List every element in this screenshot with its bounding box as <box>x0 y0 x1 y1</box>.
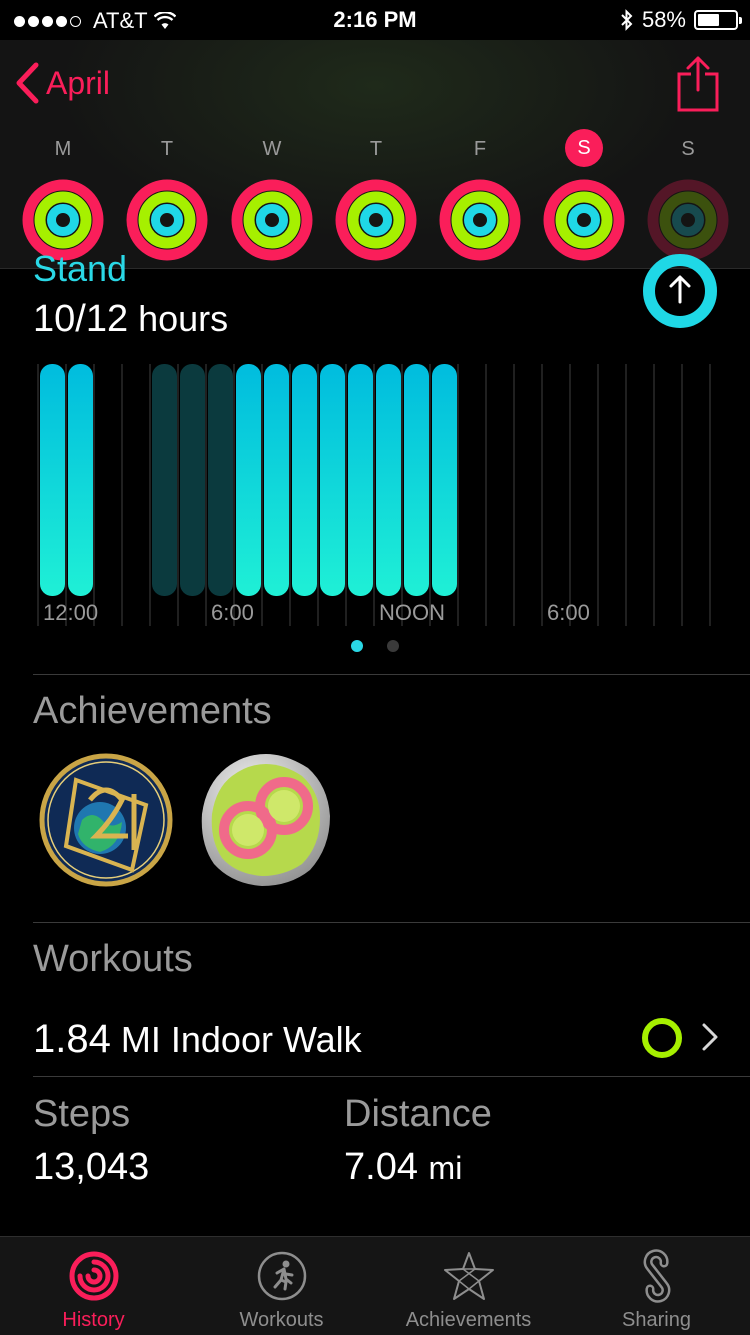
workout-unit: MI <box>120 1019 161 1060</box>
tab-workouts-label: Workouts <box>239 1309 324 1331</box>
stand-hours-unit: hours <box>138 298 229 339</box>
workout-distance: 1.84 <box>33 1017 111 1061</box>
distance-unit: mi <box>428 1150 463 1186</box>
workout-name: Indoor Walk <box>170 1019 362 1060</box>
divider <box>33 674 750 675</box>
stand-hour-bar <box>404 364 429 596</box>
stand-hour-bar <box>40 364 65 596</box>
day-activity-rings[interactable] <box>230 178 314 262</box>
stand-hour-bar <box>320 364 345 596</box>
day-activity-rings[interactable] <box>125 178 209 262</box>
stand-value: 10/12 hours <box>33 298 228 341</box>
pager-dot[interactable] <box>351 640 363 652</box>
chart-tick-label: 12:00 <box>43 600 98 625</box>
stand-hour-bar <box>292 364 317 596</box>
achievements-star-icon <box>443 1252 494 1300</box>
tab-sharing[interactable]: Sharing <box>563 1237 750 1335</box>
steps-label: Steps <box>33 1093 131 1135</box>
weekday-label: M <box>54 138 72 160</box>
tab-achievements-label: Achievements <box>405 1309 532 1331</box>
status-right: 58% <box>620 7 742 33</box>
share-icon[interactable] <box>676 54 720 112</box>
stand-hourly-chart: 12:00 6:00 NOON 6:00 <box>37 364 711 626</box>
tab-sharing-label: Sharing <box>622 1309 691 1331</box>
day-activity-rings[interactable] <box>646 178 730 262</box>
stand-hour-bar <box>348 364 373 596</box>
chart-pager[interactable] <box>0 640 750 652</box>
bluetooth-icon <box>621 9 633 31</box>
workouts-runner-icon <box>257 1251 306 1301</box>
distance-value: 7.04 <box>344 1146 418 1188</box>
tab-history[interactable]: History <box>0 1237 187 1335</box>
stand-hour-bar <box>180 364 205 596</box>
chevron-left-icon <box>16 62 39 104</box>
stand-hour-bar <box>376 364 401 596</box>
workout-summary: 1.84 MI Indoor Walk <box>33 1017 362 1062</box>
tab-history-label: History <box>62 1309 125 1331</box>
chevron-right-icon <box>702 1023 718 1051</box>
back-button[interactable]: April <box>14 62 110 104</box>
tab-workouts[interactable]: Workouts <box>188 1237 375 1335</box>
chart-tick-label: 6:00 <box>211 600 254 625</box>
weekday-label: T <box>160 138 174 160</box>
earth-day-2017-badge-icon[interactable] <box>36 750 176 890</box>
distance-value-group: 7.04 mi <box>344 1146 462 1189</box>
exercise-ring-icon <box>642 1018 682 1058</box>
history-rings-icon <box>69 1251 118 1301</box>
day-activity-rings[interactable] <box>438 178 522 262</box>
stand-title: Stand <box>33 248 128 289</box>
weekday-label: F <box>473 138 487 160</box>
weekday-label: S <box>554 129 614 167</box>
stand-ring-arrow-icon <box>643 254 717 328</box>
week-header: April M T W T F S S <box>0 40 750 269</box>
weekday-label: T <box>369 138 383 160</box>
stand-hour-bar <box>236 364 261 596</box>
day-activity-rings[interactable] <box>542 178 626 262</box>
perfect-week-badge-icon[interactable] <box>196 750 336 890</box>
workouts-title: Workouts <box>33 938 193 980</box>
achievements-title: Achievements <box>33 690 272 732</box>
back-label: April <box>46 64 111 101</box>
sharing-icon <box>643 1249 670 1303</box>
stand-hour-bar <box>152 364 177 596</box>
divider <box>33 1076 750 1077</box>
tab-achievements[interactable]: Achievements <box>375 1237 562 1335</box>
workout-row[interactable]: 1.84 MI Indoor Walk <box>0 1000 750 1076</box>
battery-percent: 58% <box>641 7 686 32</box>
stand-hour-bar <box>432 364 457 596</box>
pager-dot[interactable] <box>387 640 399 652</box>
stand-hours-value: 10/12 <box>33 298 129 340</box>
stand-hour-bar <box>264 364 289 596</box>
battery-icon <box>694 10 742 30</box>
chart-tick-label: 6:00 <box>547 600 590 625</box>
chart-tick-label: NOON <box>379 600 445 625</box>
selected-day-bubble: S <box>565 129 603 167</box>
weekday-label: S <box>681 138 695 160</box>
stand-hour-bar <box>68 364 93 596</box>
status-bar: AT&T 2:16 PM 58% <box>0 0 750 40</box>
steps-value: 13,043 <box>33 1146 150 1188</box>
stand-hour-bar <box>208 364 233 596</box>
divider <box>33 922 750 923</box>
tab-bar: History Workouts Achievements Sharing <box>0 1236 750 1335</box>
weekday-label: W <box>262 138 282 160</box>
day-activity-rings[interactable] <box>334 178 418 262</box>
distance-label: Distance <box>344 1093 492 1135</box>
